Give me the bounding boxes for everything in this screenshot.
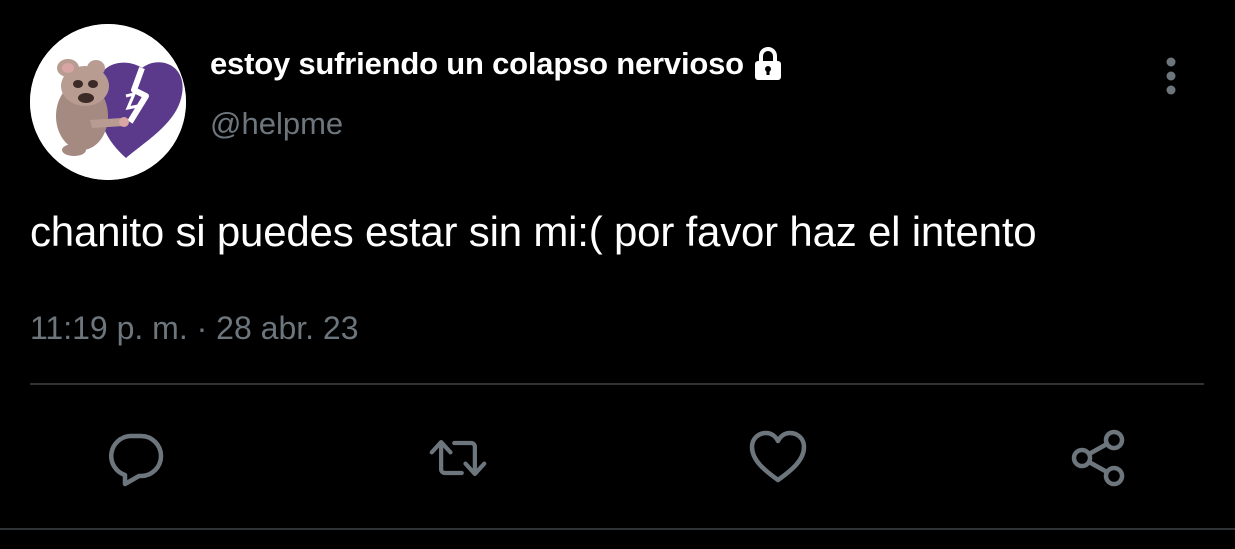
- share-button[interactable]: [1070, 428, 1130, 488]
- avatar-image: [30, 24, 186, 180]
- user-handle[interactable]: @helpme: [210, 106, 343, 142]
- tweet-card: estoy sufriendo un colapso nervioso @hel…: [0, 0, 1235, 549]
- bottom-divider: [0, 528, 1235, 530]
- reply-icon: [109, 433, 164, 487]
- reply-button[interactable]: [106, 428, 166, 488]
- retweet-button[interactable]: [428, 428, 488, 488]
- divider: [30, 383, 1204, 385]
- more-vertical-icon[interactable]: [1154, 54, 1188, 98]
- display-name[interactable]: estoy sufriendo un colapso nervioso: [210, 46, 744, 82]
- avatar[interactable]: [30, 24, 186, 180]
- tweet-text: chanito si puedes estar sin mi:( por fav…: [30, 208, 1037, 255]
- heart-icon: [749, 430, 807, 483]
- author-name-row: estoy sufriendo un colapso nervioso: [210, 44, 784, 84]
- tweet-timestamp[interactable]: 11:19 p. m. · 28 abr. 23: [30, 310, 359, 347]
- retweet-icon: [429, 439, 487, 477]
- share-icon: [1071, 429, 1125, 487]
- like-button[interactable]: [748, 428, 808, 488]
- lock-icon: [752, 46, 784, 82]
